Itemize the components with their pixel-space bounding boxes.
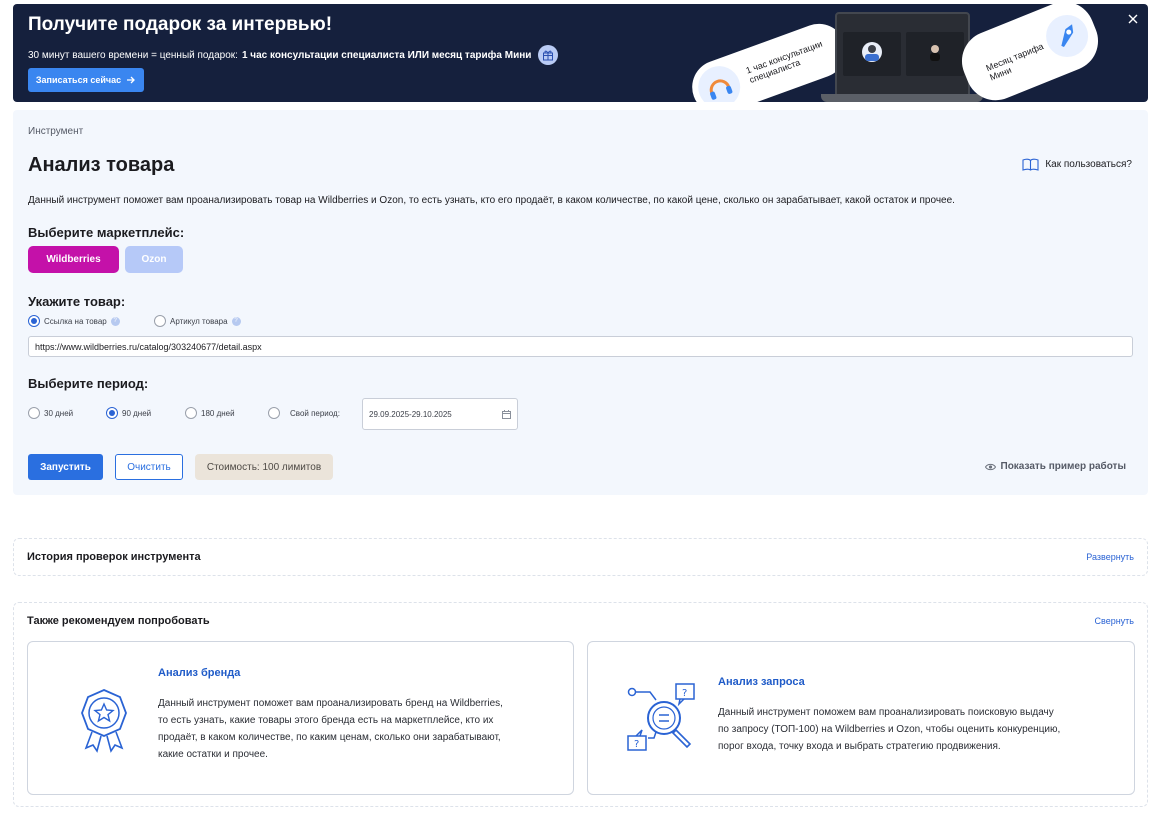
marketplace-ozon-button[interactable]: Ozon xyxy=(125,246,183,273)
description-line: продаёт, в каком количестве, по каким це… xyxy=(158,732,501,743)
svg-text:?: ? xyxy=(682,688,687,699)
product-link-option[interactable]: Ссылка на товар ? xyxy=(28,315,120,327)
cost-badge: Стоимость: 100 лимитов xyxy=(195,454,333,480)
radio-selected[interactable] xyxy=(28,315,40,327)
page-title: Анализ товара xyxy=(28,154,175,176)
promo-banner: Получите подарок за интервью! 30 минут в… xyxy=(13,4,1148,102)
show-example-label: Показать пример работы xyxy=(1000,461,1127,472)
history-card: История проверок инструмента Развернуть xyxy=(13,538,1148,576)
query-analysis-card[interactable]: ? ? Анализ запроса Данный инструмент пом… xyxy=(587,641,1135,795)
query-analysis-description: Данный инструмент поможем вам проанализи… xyxy=(718,704,1060,755)
consultation-pill: 1 час консультации специалиста xyxy=(684,16,854,102)
banner-subtitle-bold: 1 час консультации специалиста ИЛИ месяц… xyxy=(241,49,532,61)
help-icon[interactable]: ? xyxy=(110,316,120,326)
banner-title: Получите подарок за интервью! xyxy=(28,14,333,35)
signup-now-button[interactable]: Записаться сейчас xyxy=(28,68,144,92)
tool-panel: Инструмент Анализ товара Как пользоватьс… xyxy=(13,110,1148,495)
laptop-base xyxy=(821,94,983,102)
query-analysis-title[interactable]: Анализ запроса xyxy=(718,676,805,688)
date-range-input[interactable]: 29.09.2025-29.10.2025 xyxy=(362,398,518,430)
plan-pill-text: Месяц тарифа Мини xyxy=(984,41,1045,83)
recommend-title: Также рекомендуем попробовать xyxy=(27,615,210,627)
expand-history-link[interactable]: Развернуть xyxy=(1086,552,1134,562)
period-30-label: 30 дней xyxy=(44,408,74,418)
video-call-laptop xyxy=(835,12,970,98)
radio-unselected[interactable] xyxy=(268,407,280,419)
show-example-link[interactable]: Показать пример работы xyxy=(984,461,1127,472)
breadcrumb[interactable]: Инструмент xyxy=(28,126,83,137)
svg-text:?: ? xyxy=(634,739,639,750)
period-custom-label: Свой период: xyxy=(290,408,340,418)
description-line: по запросу (ТОП-100) на Wildberries и Oz… xyxy=(718,724,1061,735)
clear-button[interactable]: Очистить xyxy=(115,454,183,480)
marketplace-wildberries-button[interactable]: Wildberries xyxy=(28,246,119,273)
radio-unselected[interactable] xyxy=(154,315,166,327)
tool-description: Данный инструмент поможет вам проанализи… xyxy=(28,195,955,206)
run-button[interactable]: Запустить xyxy=(28,454,103,480)
product-url-input[interactable] xyxy=(28,336,1133,357)
product-article-option[interactable]: Артикул товара ? xyxy=(154,315,241,327)
eye-icon xyxy=(984,463,996,470)
video-tile xyxy=(906,32,964,76)
help-icon[interactable]: ? xyxy=(231,316,241,326)
product-article-label: Артикул товара xyxy=(170,316,228,326)
banner-subtitle-plain: 30 минут вашего времени = ценный подарок… xyxy=(28,49,238,61)
period-30-option[interactable]: 30 дней xyxy=(28,407,73,419)
how-to-use-link[interactable]: Как пользоваться? xyxy=(1022,158,1132,171)
brand-analysis-description: Данный инструмент поможет вам проанализи… xyxy=(158,695,503,763)
award-badge-icon xyxy=(81,689,127,753)
video-tile xyxy=(843,32,901,76)
date-range-value: 29.09.2025-29.10.2025 xyxy=(369,409,452,419)
recommend-card: Также рекомендуем попробовать Свернуть А… xyxy=(13,602,1148,807)
description-line: порог входа, точку входа и выбрать страт… xyxy=(718,741,1001,752)
how-to-use-label: Как пользоваться? xyxy=(1045,159,1132,170)
period-label: Выберите период: xyxy=(28,376,149,391)
period-90-label: 90 дней xyxy=(122,408,152,418)
description-line: какие остатки и прочее. xyxy=(158,749,268,760)
plan-pill: Месяц тарифа Мини xyxy=(952,4,1108,102)
close-icon[interactable] xyxy=(1126,12,1140,26)
headset-icon xyxy=(692,60,747,102)
history-title: История проверок инструмента xyxy=(27,551,201,563)
radio-selected[interactable] xyxy=(106,407,118,419)
search-query-icon: ? ? xyxy=(627,683,695,751)
period-180-label: 180 дней xyxy=(201,408,235,418)
period-180-option[interactable]: 180 дней xyxy=(185,407,235,419)
product-label: Укажите товар: xyxy=(28,294,126,309)
product-link-label: Ссылка на товар xyxy=(44,316,107,326)
radio-unselected[interactable] xyxy=(185,407,197,419)
book-icon xyxy=(1022,158,1039,171)
brand-analysis-title[interactable]: Анализ бренда xyxy=(158,667,240,679)
consultation-pill-text: 1 час консультации специалиста xyxy=(744,38,824,85)
period-90-option[interactable]: 90 дней xyxy=(106,407,151,419)
collapse-recommend-link[interactable]: Свернуть xyxy=(1095,616,1134,626)
description-line: то есть узнать, какие товары этого бренд… xyxy=(158,715,494,726)
description-line: Данный инструмент поможет вам проанализи… xyxy=(158,698,503,709)
banner-subtitle: 30 минут вашего времени = ценный подарок… xyxy=(28,45,559,65)
radio-unselected[interactable] xyxy=(28,407,40,419)
signup-now-label: Записаться сейчас xyxy=(35,75,122,85)
marketplace-label: Выберите маркетплейс: xyxy=(28,225,185,240)
brand-analysis-card[interactable]: Анализ бренда Данный инструмент поможет … xyxy=(27,641,574,795)
calendar-icon[interactable] xyxy=(502,409,511,419)
period-custom-option[interactable]: Свой период: xyxy=(268,407,340,419)
gift-icon xyxy=(538,45,559,65)
arrow-right-icon xyxy=(127,76,136,84)
description-line: Данный инструмент поможем вам проанализи… xyxy=(718,707,1054,718)
